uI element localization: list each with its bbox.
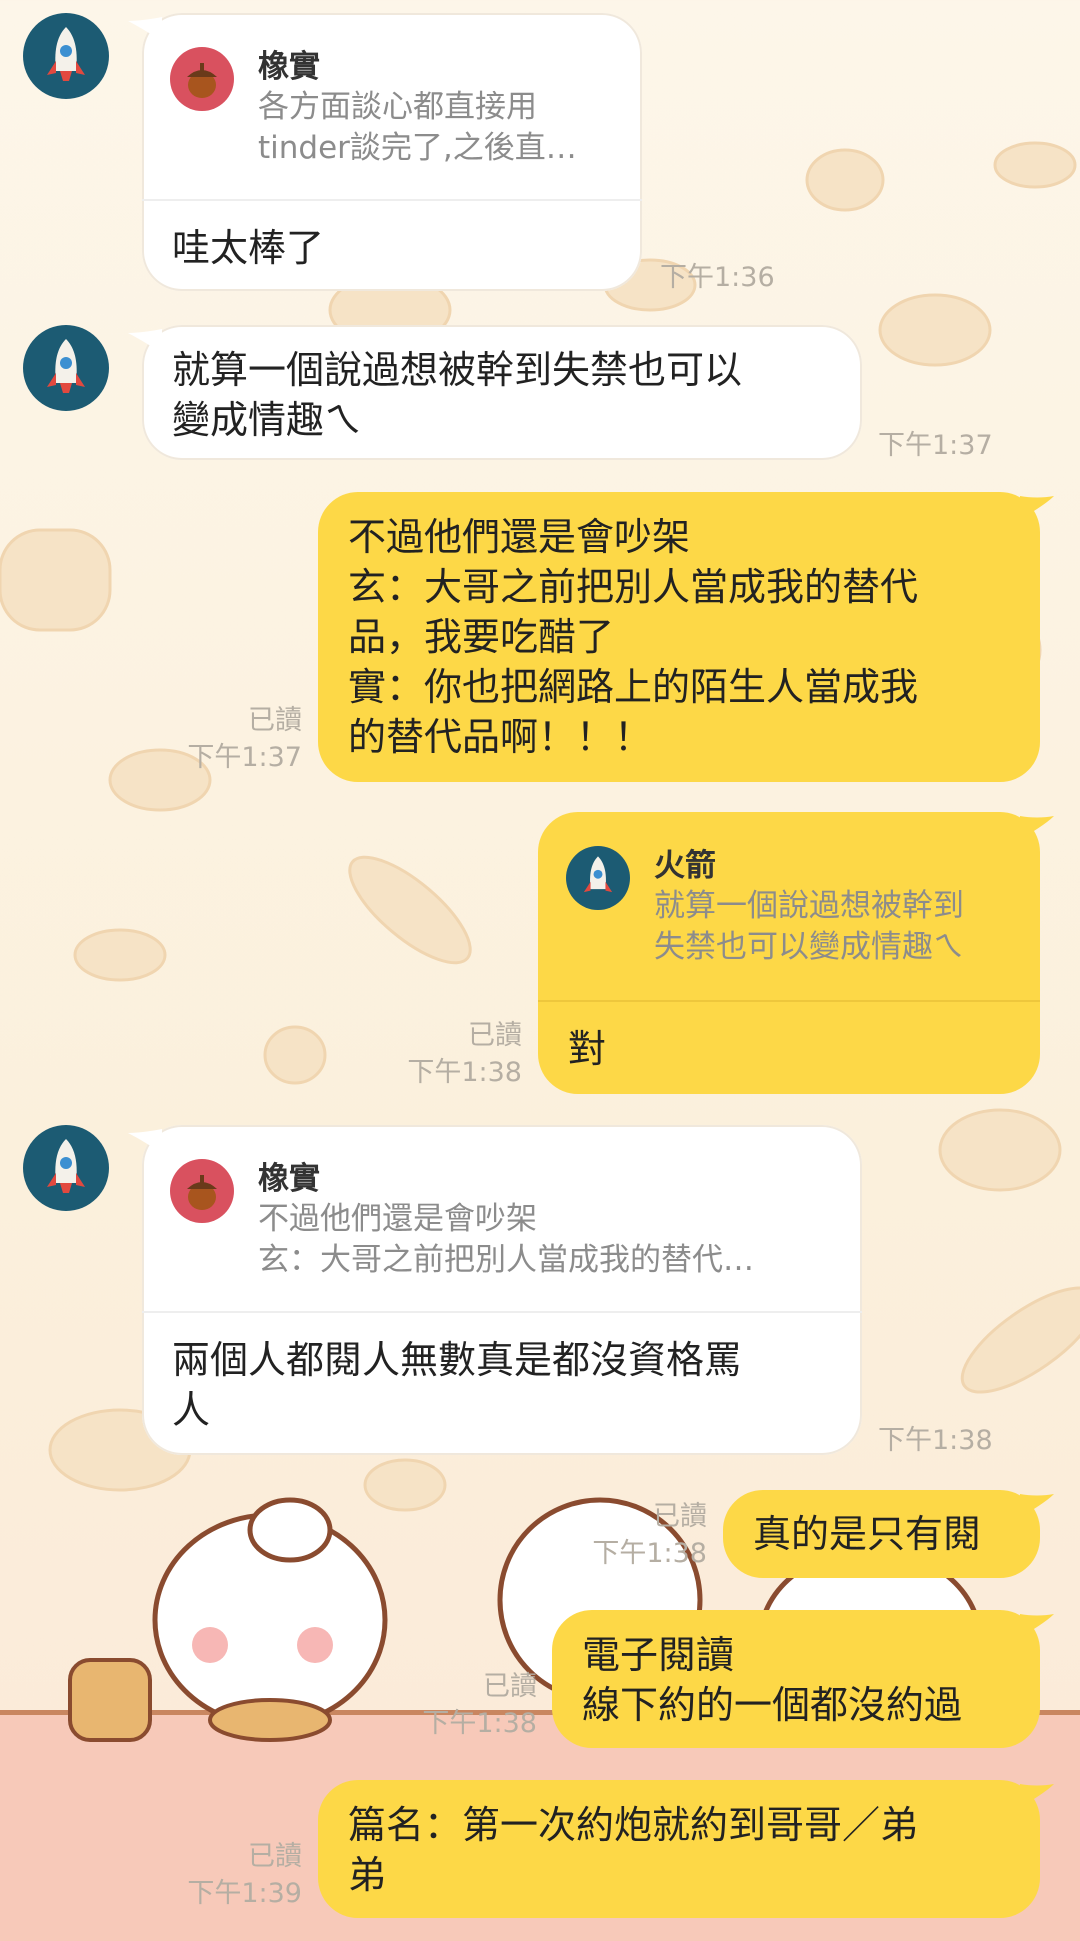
message-bubble[interactable]: 橡實 各方面談心都直接用 tinder談完了,之後直… 哇太棒了 — [128, 13, 642, 291]
quoted-reply[interactable]: 火箭 就算一個說過想被幹到 失禁也可以變成情趣ㄟ — [538, 812, 1040, 968]
message-time: 下午1:39 — [187, 1878, 302, 1909]
read-label: 已讀 — [483, 1671, 537, 1702]
message-bubble[interactable]: 就算一個說過想被幹到失禁也可以 變成情趣ㄟ — [128, 325, 862, 460]
read-label: 已讀 — [248, 705, 302, 736]
message-time: 下午1:38 — [422, 1708, 537, 1739]
message-text: 真的是只有閱 — [753, 1512, 982, 1556]
read-label: 已讀 — [248, 1841, 302, 1872]
message-bubble[interactable]: 電子閱讀 線下約的一個都沒約過 — [552, 1610, 1054, 1748]
quoted-reply[interactable]: 橡實 不過他們還是會吵架 玄：大哥之前把別人當成我的替代… — [142, 1125, 862, 1281]
message-text: 就算一個說過想被幹到失禁也可以 變成情趣ㄟ — [172, 348, 743, 442]
message-time: 下午1:36 — [660, 262, 775, 293]
message-time: 下午1:38 — [407, 1057, 522, 1088]
message-bubble[interactable]: 不過他們還是會吵架 玄：大哥之前把別人當成我的替代 品，我要吃醋了 實：你也把網… — [318, 492, 1054, 782]
read-receipt: 已讀 下午1:38 — [385, 1668, 537, 1742]
message-text: 不過他們還是會吵架 玄：大哥之前把別人當成我的替代 品，我要吃醋了 實：你也把網… — [348, 515, 919, 759]
message-text: 兩個人都閱人無數真是都沒資格罵 人 — [172, 1338, 743, 1432]
read-receipt: 已讀 下午1:39 — [150, 1838, 302, 1912]
bubble-tail — [128, 1129, 162, 1153]
bubble-tail — [1020, 496, 1054, 520]
message-bubble[interactable]: 橡實 不過他們還是會吵架 玄：大哥之前把別人當成我的替代… 兩個人都閱人無數真是… — [128, 1125, 862, 1455]
rocket-icon — [47, 339, 85, 393]
read-receipt: 已讀 下午1:37 — [150, 702, 302, 776]
quoted-sender-name: 火箭 — [654, 848, 716, 884]
bubble-tail — [1020, 1494, 1054, 1518]
bubble-tail — [1020, 1784, 1054, 1808]
message-time: 下午1:37 — [878, 430, 993, 461]
sender-avatar[interactable] — [23, 325, 109, 411]
message-bubble[interactable]: 篇名：第一次約炮就約到哥哥／弟 弟 — [318, 1780, 1054, 1918]
read-receipt: 已讀 下午1:38 — [555, 1498, 707, 1572]
quoted-sender-name: 橡實 — [258, 1161, 320, 1197]
quoted-message-text: 就算一個說過想被幹到 失禁也可以變成情趣ㄟ — [654, 888, 964, 965]
message-bubble[interactable]: 真的是只有閱 — [723, 1490, 1054, 1578]
read-label: 已讀 — [653, 1501, 707, 1532]
sender-avatar[interactable] — [23, 13, 109, 99]
rocket-icon — [566, 846, 630, 910]
bubble-tail — [1020, 1614, 1054, 1638]
message-time: 下午1:37 — [187, 742, 302, 773]
read-label: 已讀 — [468, 1020, 522, 1051]
bubble-tail — [1020, 816, 1054, 840]
message-time: 下午1:38 — [592, 1538, 707, 1569]
read-receipt: 已讀 下午1:38 — [370, 1017, 522, 1091]
bubble-tail — [128, 17, 162, 41]
sender-avatar[interactable] — [23, 1125, 109, 1211]
acorn-icon — [170, 47, 234, 111]
message-text: 電子閱讀 線下約的一個都沒約過 — [582, 1633, 963, 1727]
acorn-icon — [170, 1159, 234, 1223]
message-time: 下午1:38 — [878, 1425, 993, 1456]
message-text: 哇太棒了 — [172, 226, 325, 270]
message-text: 對 — [568, 1027, 607, 1071]
message-text: 篇名：第一次約炮就約到哥哥／弟 弟 — [348, 1803, 919, 1897]
bubble-tail — [128, 329, 162, 353]
message-bubble[interactable]: 火箭 就算一個說過想被幹到 失禁也可以變成情趣ㄟ 對 — [538, 812, 1054, 1094]
rocket-icon — [47, 27, 85, 81]
quoted-sender-name: 橡實 — [258, 49, 320, 85]
quoted-reply[interactable]: 橡實 各方面談心都直接用 tinder談完了,之後直… — [142, 13, 642, 169]
quoted-message-text: 不過他們還是會吵架 玄：大哥之前把別人當成我的替代… — [258, 1201, 754, 1278]
quoted-message-text: 各方面談心都直接用 tinder談完了,之後直… — [258, 89, 577, 166]
rocket-icon — [47, 1139, 85, 1193]
